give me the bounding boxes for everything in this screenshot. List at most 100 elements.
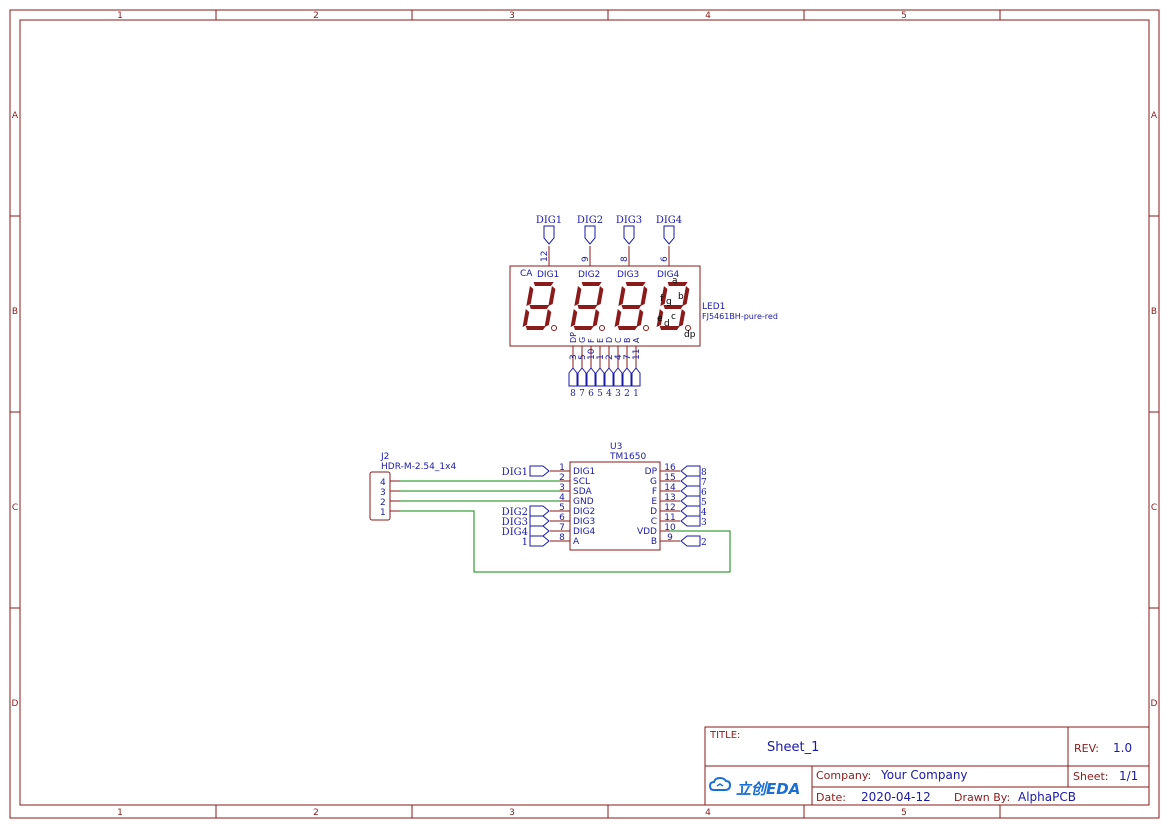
pin-name: DIG2	[573, 507, 595, 517]
net-flag-icon	[529, 525, 550, 537]
pin-number: 15	[664, 473, 675, 483]
net-flag-icon	[529, 465, 550, 477]
col-label-bottom: 1	[117, 808, 123, 818]
date-label: Date:	[816, 791, 846, 804]
seg-letter: g	[666, 297, 672, 307]
net-flag-icon	[680, 465, 701, 477]
led1-part-name: FJ5461BH-pure-red	[702, 312, 778, 321]
pin-number: 4	[380, 478, 386, 488]
pin-name: SCL	[573, 477, 590, 487]
rev-value: 1.0	[1113, 741, 1132, 755]
net-flag-label: DIG1	[536, 215, 562, 226]
pin-number: 2	[380, 498, 386, 508]
pin-name: DP	[569, 332, 578, 343]
pin-number: 9	[667, 533, 673, 543]
seg-letter: d	[664, 319, 670, 329]
col-label-top: 2	[313, 11, 319, 21]
pin-name: G	[650, 477, 657, 487]
drawn-by-value: AlphaPCB	[1018, 790, 1076, 804]
segment	[522, 309, 530, 327]
net-flag-label: 3	[615, 389, 621, 399]
net-flag-label: 8	[570, 389, 576, 399]
segment	[544, 309, 552, 327]
seg-letter: a	[672, 276, 678, 286]
u3-pins: 1 DIG1DIG1 2 SCL3 SDA4 GND5 DIG2DIG2 6 DIG3DIG3 7…	[502, 463, 707, 548]
j2-part-name: HDR-M-2.54_1x4	[381, 462, 456, 472]
net-flag-icon	[680, 475, 701, 487]
segment	[640, 286, 648, 306]
net-flag-icon	[663, 225, 675, 245]
net-flag-label: 5	[701, 498, 707, 508]
seven-seg-digit	[522, 282, 557, 331]
led1-component[interactable]: CA DIG1 DIG2 DIG3 DIG4 LED1 FJ5461BH-pur…	[509, 215, 778, 399]
segment	[596, 286, 604, 306]
company-value: Your Company	[880, 768, 968, 782]
pin-name: DIG3	[573, 517, 595, 527]
pin-name: D	[605, 337, 614, 343]
pin-number: 3	[380, 488, 386, 498]
col-label-top: 3	[509, 11, 515, 21]
net-flag-icon	[680, 535, 701, 547]
col-label-bottom: 2	[313, 808, 319, 818]
segment	[621, 305, 642, 309]
led1-top-pins: DIG1 12 DIG2 9 DIG3 8 DIG4 6	[536, 215, 682, 266]
sheet-label: Sheet:	[1073, 770, 1109, 783]
pin-number: 5	[559, 503, 565, 513]
net-flag-label: DIG4	[656, 215, 682, 226]
net-flag-icon	[577, 367, 587, 387]
segment	[574, 286, 582, 306]
u3-component[interactable]: U3 TM1650 1 DIG1DIG1 2 SCL3 SDA4 GND5 DIG2DIG2…	[502, 442, 707, 551]
net-flag-icon	[568, 367, 578, 387]
net-flag-icon	[584, 225, 596, 245]
title-block: TITLE: Sheet_1 REV: 1.0 立创EDA Company: Y…	[704, 726, 1150, 806]
net-flag-icon	[586, 367, 596, 387]
j2-component[interactable]: J2 HDR-M-2.54_1x4 4321	[369, 452, 456, 521]
sheet-frame: 1 2 3 4 5 1 2 3 4 5 A B C D A B C D	[9, 9, 1160, 819]
row-label-right: B	[1151, 307, 1157, 317]
led1-digit-label: DIG3	[617, 270, 639, 280]
net-flag-icon	[680, 495, 701, 507]
pin-name: F	[652, 487, 657, 497]
net-flag-icon	[622, 367, 632, 387]
net-flag-label: 1	[633, 389, 639, 399]
segment	[581, 282, 602, 286]
drawn-by-label: Drawn By:	[954, 791, 1010, 804]
seg-letter: dp	[684, 330, 696, 340]
schematic-canvas: 1 2 3 4 5 1 2 3 4 5 A B C D A B C D CA D…	[9, 9, 1160, 819]
net-flag-label: 7	[701, 478, 707, 488]
title-label: TITLE:	[709, 730, 740, 741]
pin-name: VDD	[637, 527, 657, 537]
pin-name: DIG1	[573, 467, 595, 477]
net-flag-icon	[680, 515, 701, 527]
pin-name: G	[578, 337, 587, 343]
net-flag-icon	[529, 535, 550, 547]
rev-label: REV:	[1074, 742, 1099, 755]
segment	[529, 305, 550, 309]
net-flag-icon	[529, 505, 550, 517]
row-label-right: D	[1151, 699, 1158, 709]
pin-name: B	[623, 338, 632, 344]
led1-ca-label: CA	[520, 269, 533, 279]
dp-dot	[551, 325, 557, 331]
pin-number: 8	[620, 256, 630, 262]
net-flag-label: 8	[701, 468, 707, 478]
led1-bottom-pins: DP38G57F106E15D24C43B72A111	[568, 332, 642, 399]
net-flag-label: 4	[606, 389, 612, 399]
row-label-left: B	[12, 307, 18, 317]
pin-name: DP	[645, 467, 658, 477]
net-flag-icon	[680, 485, 701, 497]
j2-designator: J2	[380, 452, 389, 462]
led1-digit-label: DIG2	[578, 270, 600, 280]
net-flag-label: DIG3	[616, 215, 642, 226]
net-flag-label: 2	[624, 389, 630, 399]
segment	[577, 305, 598, 309]
pin-name: C	[651, 517, 657, 527]
pin-name: F	[587, 338, 596, 343]
segment	[525, 326, 546, 330]
col-label-bottom: 5	[901, 808, 907, 818]
row-label-left: A	[12, 111, 19, 121]
pin-name: E	[651, 497, 657, 507]
row-label-right: C	[1151, 503, 1157, 513]
wires	[400, 480, 731, 573]
pin-number: 9	[581, 256, 591, 262]
